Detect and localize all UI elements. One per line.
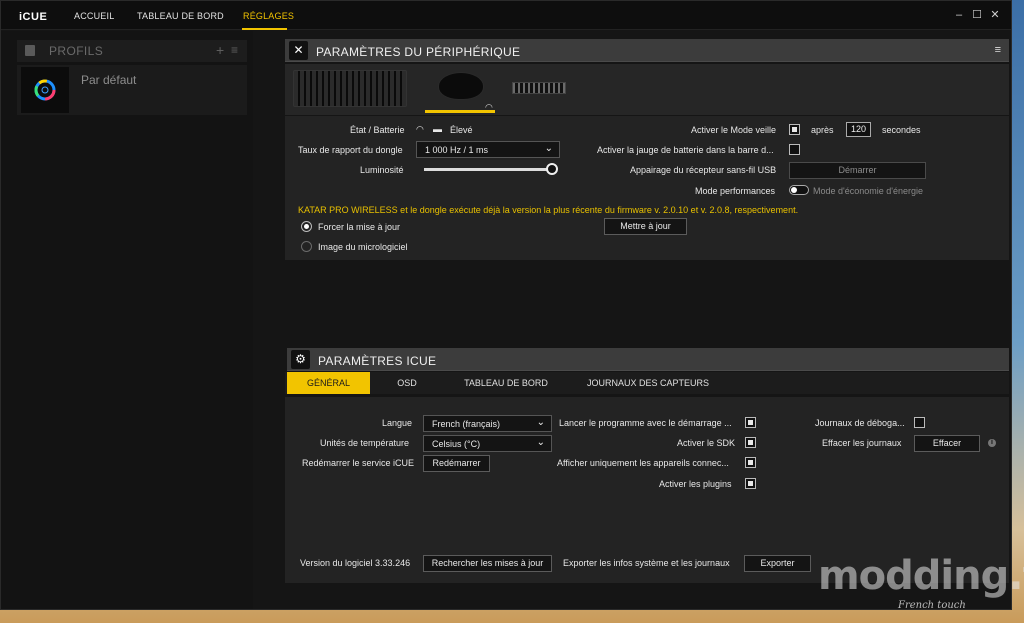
battery-icon: ▬ xyxy=(433,124,442,134)
mouse-device[interactable] xyxy=(438,72,484,100)
icue-settings-title: PARAMÈTRES ICUE xyxy=(318,354,437,368)
after-label: après xyxy=(811,125,834,135)
wifi-icon: ◠ xyxy=(416,124,424,134)
seconds-label: secondes xyxy=(882,125,921,135)
device-settings-title: PARAMÈTRES DU PÉRIPHÉRIQUE xyxy=(316,45,521,59)
performance-mode-label: Mode performances xyxy=(695,186,776,196)
sleep-seconds-input[interactable]: 120 xyxy=(846,122,871,137)
clear-logs-label: Effacer les journaux xyxy=(822,438,902,448)
device-settings-header: ✕ PARAMÈTRES DU PÉRIPHÉRIQUE ≡ xyxy=(285,39,1009,62)
close-icon[interactable]: ✕ xyxy=(989,9,1001,21)
battery-gauge-checkbox[interactable] xyxy=(789,144,800,155)
dongle-rate-select[interactable]: 1 000 Hz / 1 ms ⌄ xyxy=(416,141,560,158)
nav-settings[interactable]: RÉGLAGES xyxy=(243,11,294,21)
device-settings-body: État / Batterie ◠ ▬ Élevé Taux de rappor… xyxy=(285,116,1009,260)
nav-dashboard[interactable]: TABLEAU DE BORD xyxy=(137,11,224,21)
update-button[interactable]: Mettre à jour xyxy=(604,218,687,235)
temperature-units-value: Celsius (°C) xyxy=(432,439,481,449)
restart-button[interactable]: Redémarrer xyxy=(423,455,490,472)
keyboard-device[interactable] xyxy=(293,70,407,107)
export-info-label: Exporter les infos système et les journa… xyxy=(563,558,730,568)
sdk-label: Activer le SDK xyxy=(677,438,736,448)
software-version: Version du logiciel 3.33.246 xyxy=(300,558,411,568)
brightness-slider[interactable] xyxy=(424,168,552,171)
watermark-logo: modding.fr xyxy=(818,553,1024,599)
force-update-label: Forcer la mise à jour xyxy=(318,222,401,232)
firmware-image-radio[interactable] xyxy=(301,241,312,252)
profiles-icon xyxy=(25,45,35,56)
settings-area: ✕ PARAMÈTRES DU PÉRIPHÉRIQUE ≡ ◠ État / … xyxy=(285,39,1009,609)
profile-thumbnail xyxy=(21,67,69,113)
debug-logs-label: Journaux de déboga... xyxy=(815,418,905,428)
firmware-image-label: Image du micrologiciel xyxy=(318,242,408,252)
minimize-icon[interactable]: – xyxy=(953,9,965,21)
brightness-label: Luminosité xyxy=(360,165,404,175)
rgb-ring-icon xyxy=(34,79,56,101)
connected-only-label: Afficher uniquement les appareils connec… xyxy=(557,458,729,468)
clear-logs-button[interactable]: Effacer xyxy=(914,435,980,452)
launch-at-startup-checkbox[interactable] xyxy=(745,417,756,428)
launch-at-startup-label: Lancer le programme avec le démarrage ..… xyxy=(559,418,732,428)
language-value: French (français) xyxy=(432,419,501,429)
icue-settings-header: ⚙ PARAMÈTRES ICUE xyxy=(287,348,1009,371)
tab-dashboard[interactable]: TABLEAU DE BORD xyxy=(459,372,553,394)
plugins-label: Activer les plugins xyxy=(659,479,732,489)
plugins-checkbox[interactable] xyxy=(745,478,756,489)
gear-icon: ⚙ xyxy=(291,350,310,369)
export-button[interactable]: Exporter xyxy=(744,555,811,572)
profiles-title: PROFILS xyxy=(49,44,104,58)
profiles-menu-icon[interactable]: ≡ xyxy=(231,43,238,57)
profile-name: Par défaut xyxy=(81,73,137,87)
profile-item[interactable]: Par défaut xyxy=(17,65,247,115)
profiles-sidebar: PROFILS + ≡ Par défaut xyxy=(1,31,253,609)
chevron-down-icon: ⌄ xyxy=(544,143,553,154)
pairing-label: Appairage du récepteur sans-fil USB xyxy=(630,165,777,175)
device-selector: ◠ xyxy=(285,64,1009,115)
debug-logs-checkbox[interactable] xyxy=(914,417,925,428)
memory-device[interactable] xyxy=(512,82,566,94)
sdk-checkbox[interactable] xyxy=(745,437,756,448)
device-menu-icon[interactable]: ≡ xyxy=(995,44,1001,56)
tab-sensor-logs[interactable]: JOURNAUX DES CAPTEURS xyxy=(583,372,713,394)
nav-active-indicator xyxy=(242,28,287,30)
status-battery-label: État / Batterie xyxy=(350,125,405,135)
device-active-indicator xyxy=(425,110,495,113)
icue-window: iCUE ACCUEIL TABLEAU DE BORD RÉGLAGES – … xyxy=(0,0,1012,610)
battery-level: Élevé xyxy=(450,125,473,135)
app-logo: iCUE xyxy=(19,11,48,23)
sleep-mode-label: Activer le Mode veille xyxy=(691,125,777,135)
temperature-units-label: Unités de température xyxy=(320,438,410,448)
performance-mode-toggle[interactable] xyxy=(789,185,809,195)
tab-general[interactable]: GÉNÉRAL xyxy=(287,372,370,394)
dongle-rate-value: 1 000 Hz / 1 ms xyxy=(425,145,489,155)
sleep-mode-checkbox[interactable] xyxy=(789,124,800,135)
pairing-start-button[interactable]: Démarrer xyxy=(789,162,926,179)
nav-home[interactable]: ACCUEIL xyxy=(74,11,114,21)
brightness-slider-handle[interactable] xyxy=(546,163,558,175)
restart-service-label: Redémarrer le service iCUE xyxy=(302,458,415,468)
info-icon[interactable]: i xyxy=(988,439,996,447)
dongle-rate-label: Taux de rapport du dongle xyxy=(298,145,403,155)
add-profile-icon[interactable]: + xyxy=(216,42,224,58)
wrench-icon: ✕ xyxy=(289,41,308,60)
check-updates-button[interactable]: Rechercher les mises à jour xyxy=(423,555,552,572)
connected-only-checkbox[interactable] xyxy=(745,457,756,468)
temperature-units-select[interactable]: Celsius (°C) ⌄ xyxy=(423,435,552,452)
profiles-header: PROFILS + ≡ xyxy=(17,40,247,62)
watermark-tagline: French touch xyxy=(898,600,966,611)
icue-tabs: GÉNÉRAL OSD TABLEAU DE BORD JOURNAUX DES… xyxy=(285,372,1009,394)
language-label: Langue xyxy=(382,418,413,428)
language-select[interactable]: French (français) ⌄ xyxy=(423,415,552,432)
eco-mode-label: Mode d'économie d'énergie xyxy=(813,186,924,196)
force-update-radio[interactable] xyxy=(301,221,312,232)
chevron-down-icon: ⌄ xyxy=(536,417,545,428)
chevron-down-icon: ⌄ xyxy=(536,437,545,448)
battery-gauge-label: Activer la jauge de batterie dans la bar… xyxy=(597,145,774,155)
maximize-icon[interactable]: ☐ xyxy=(971,9,983,21)
firmware-status-message: KATAR PRO WIRELESS et le dongle exécute … xyxy=(298,205,799,215)
top-nav-bar: iCUE ACCUEIL TABLEAU DE BORD RÉGLAGES – … xyxy=(1,1,1011,30)
tab-osd[interactable]: OSD xyxy=(385,372,429,394)
